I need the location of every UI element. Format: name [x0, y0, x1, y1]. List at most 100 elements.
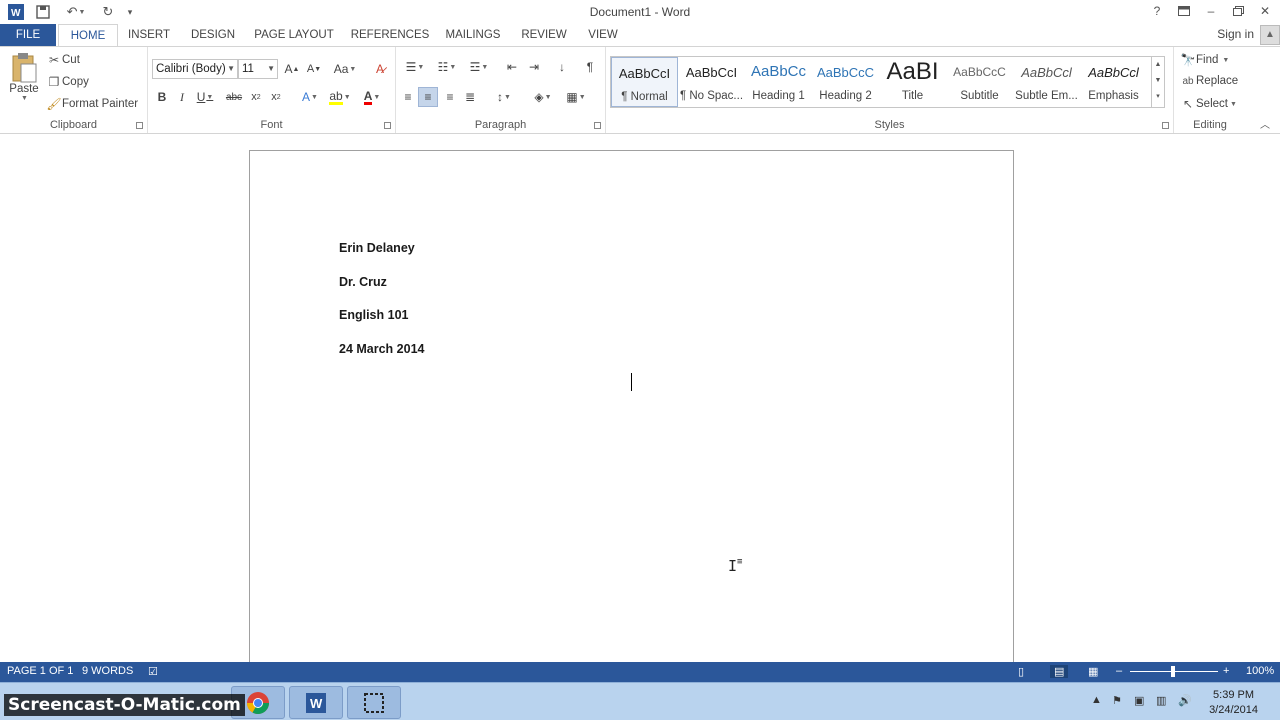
tab-references[interactable]: REFERENCES	[350, 24, 430, 46]
bullets-icon[interactable]: ☰ ▼	[400, 57, 430, 77]
shading-icon[interactable]: ◈ ▼	[528, 87, 558, 107]
copy-label: Copy	[62, 76, 89, 88]
grow-font-icon[interactable]: A ▲	[282, 59, 302, 79]
doc-line-instructor[interactable]: Dr. Cruz	[339, 275, 387, 289]
select-button[interactable]: ↖ Select ▼	[1180, 97, 1237, 111]
tab-view[interactable]: VIEW	[584, 24, 622, 46]
style-emphasis[interactable]: AaBbCcl Emphasis	[1080, 57, 1147, 107]
sort-icon[interactable]: ↓	[552, 57, 572, 77]
web-layout-icon[interactable]: ▦	[1088, 665, 1098, 678]
tab-page-layout[interactable]: PAGE LAYOUT	[252, 24, 336, 46]
screen-capture-taskbar-icon[interactable]	[347, 686, 401, 719]
font-launcher-icon[interactable]	[384, 122, 391, 129]
tab-file[interactable]: FILE	[0, 24, 56, 46]
restore-icon[interactable]	[1226, 2, 1250, 20]
tab-insert[interactable]: INSERT	[124, 24, 174, 46]
gallery-scroll[interactable]: ▲ ▼ ▾	[1151, 57, 1164, 107]
line-spacing-icon[interactable]: ↕ ▼	[490, 87, 518, 107]
zoom-in-icon[interactable]: +	[1223, 665, 1229, 677]
borders-icon[interactable]: ▦ ▼	[562, 87, 590, 107]
replace-label: Replace	[1196, 75, 1239, 87]
format-painter-button[interactable]: 🖌 Format Painter	[46, 97, 138, 111]
style-subtitle[interactable]: AaBbCcC Subtitle	[946, 57, 1013, 107]
help-icon[interactable]: ?	[1145, 2, 1169, 20]
document-page[interactable]: Erin Delaney Dr. Cruz English 101 24 Mar…	[249, 150, 1014, 670]
increase-indent-icon[interactable]: ⇥	[524, 57, 544, 77]
doc-line-course[interactable]: English 101	[339, 308, 408, 322]
align-left-icon[interactable]: ≡	[398, 87, 418, 107]
font-color-icon[interactable]: A ▼	[358, 87, 386, 107]
word-count[interactable]: 9 WORDS	[82, 665, 133, 677]
tab-home[interactable]: HOME	[58, 24, 118, 47]
network-icon[interactable]: ▥	[1156, 694, 1166, 707]
multilevel-list-icon[interactable]: ☲ ▼	[464, 57, 494, 77]
close-icon[interactable]: ✕	[1253, 2, 1277, 20]
underline-icon[interactable]: U ▼	[192, 87, 218, 107]
chevron-down-icon[interactable]: ▼	[1152, 73, 1164, 89]
volume-icon[interactable]: 🔊	[1178, 694, 1192, 707]
style-sample: AaBbCc	[750, 63, 807, 80]
read-mode-icon[interactable]: ▯	[1018, 665, 1024, 678]
align-right-icon[interactable]: ≡	[440, 87, 460, 107]
style-title[interactable]: AaBI Title	[879, 57, 946, 107]
style-heading-2[interactable]: AaBbCcC Heading 2	[812, 57, 879, 107]
bold-icon[interactable]: B	[152, 87, 172, 107]
system-clock[interactable]: 5:39 PM 3/24/2014	[1209, 688, 1258, 718]
zoom-out-icon[interactable]: –	[1116, 665, 1122, 677]
style-subtle-emphasis[interactable]: AaBbCcl Subtle Em...	[1013, 57, 1080, 107]
more-styles-icon[interactable]: ▾	[1152, 89, 1164, 105]
copy-button[interactable]: ❐ Copy	[46, 75, 89, 89]
document-area[interactable]: Erin Delaney Dr. Cruz English 101 24 Mar…	[0, 134, 1280, 670]
numbering-icon[interactable]: ☷ ▼	[432, 57, 462, 77]
tab-design[interactable]: DESIGN	[186, 24, 240, 46]
doc-line-date[interactable]: 24 March 2014	[339, 342, 424, 356]
show-hidden-icons-icon[interactable]: ▲	[1091, 694, 1102, 706]
page-count[interactable]: PAGE 1 OF 1	[7, 665, 73, 677]
tab-mailings[interactable]: MAILINGS	[442, 24, 504, 46]
font-name-combo[interactable]: Calibri (Body) ▼	[152, 59, 238, 79]
paragraph-launcher-icon[interactable]	[594, 122, 601, 129]
font-size-combo[interactable]: 11 ▼	[238, 59, 278, 79]
highlight-icon[interactable]: ab ▼	[326, 87, 354, 107]
paste-button[interactable]: Paste ▼	[6, 53, 42, 113]
superscript-icon[interactable]: x2	[266, 87, 286, 107]
minimize-icon[interactable]: –	[1199, 2, 1223, 20]
zoom-level[interactable]: 100%	[1246, 665, 1274, 677]
clear-formatting-icon[interactable]: A̷	[370, 59, 390, 79]
print-layout-icon[interactable]: ▤	[1050, 665, 1069, 678]
cut-button[interactable]: ✂ Cut	[46, 53, 80, 67]
proofing-icon[interactable]: ☑	[148, 665, 158, 678]
style-no-spacing[interactable]: AaBbCcI ¶ No Spac...	[678, 57, 745, 107]
sign-in-link[interactable]: Sign in	[1217, 27, 1254, 41]
find-button[interactable]: 🔭 Find ▼	[1180, 53, 1230, 67]
action-center-icon[interactable]: ⚑	[1112, 694, 1122, 707]
justify-icon[interactable]: ≣	[460, 87, 480, 107]
chevron-down-icon: ▼	[227, 64, 235, 73]
shrink-font-icon[interactable]: A ▼	[304, 59, 324, 79]
style-name: Emphasis	[1088, 90, 1139, 102]
doc-line-name[interactable]: Erin Delaney	[339, 241, 415, 255]
ribbon-display-options-icon[interactable]	[1172, 2, 1196, 20]
text-effects-icon[interactable]: A ▼	[296, 87, 324, 107]
italic-icon[interactable]: I	[172, 87, 192, 107]
change-case-icon[interactable]: Aa ▼	[330, 59, 360, 79]
collapse-ribbon-icon[interactable]: ︿	[1260, 116, 1270, 131]
zoom-slider-thumb[interactable]	[1171, 666, 1175, 677]
power-icon[interactable]: ▣	[1134, 694, 1144, 707]
clipboard-launcher-icon[interactable]	[136, 122, 143, 129]
style-heading-1[interactable]: AaBbCc Heading 1	[745, 57, 812, 107]
subscript-icon[interactable]: x2	[246, 87, 266, 107]
style-normal[interactable]: AaBbCcI ¶ Normal	[611, 57, 678, 107]
clock-time: 5:39 PM	[1213, 689, 1255, 701]
show-formatting-marks-icon[interactable]: ¶	[580, 57, 600, 77]
strikethrough-icon[interactable]: abc	[224, 87, 244, 107]
decrease-indent-icon[interactable]: ⇤	[502, 57, 522, 77]
cursor-arrow-icon: ↖	[1182, 97, 1194, 111]
replace-button[interactable]: ab Replace	[1180, 75, 1238, 87]
styles-launcher-icon[interactable]	[1162, 122, 1169, 129]
align-center-icon[interactable]: ≡	[418, 87, 438, 107]
word-taskbar-icon[interactable]: W	[289, 686, 343, 719]
scroll-up-icon[interactable]: ▲	[1260, 25, 1280, 45]
chevron-up-icon[interactable]: ▲	[1152, 57, 1164, 73]
tab-review[interactable]: REVIEW	[518, 24, 570, 46]
